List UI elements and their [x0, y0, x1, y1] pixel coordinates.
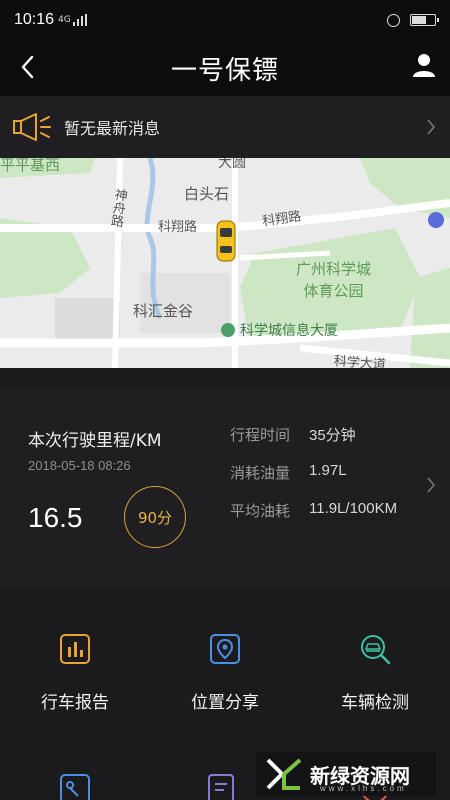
- feature-label: 位置分享: [191, 693, 259, 713]
- trip-distance: 16.5: [28, 502, 83, 533]
- stat-value-fuel: 1.97L: [309, 462, 347, 479]
- car-location-marker[interactable]: [216, 220, 236, 262]
- feature-location-share[interactable]: 位置分享: [150, 632, 300, 713]
- stat-label-fuel: 消耗油量: [230, 464, 291, 482]
- map-label: 科翔路: [158, 220, 198, 235]
- report-chart-icon: [60, 634, 90, 664]
- edit-document-icon[interactable]: [206, 772, 240, 800]
- notice-message: 暂无最新消息: [64, 119, 161, 138]
- trip-date: 2018-05-18 08:26: [28, 458, 131, 473]
- watermark-url: www.xlhs.com: [320, 784, 407, 793]
- signal-icon: [72, 14, 87, 26]
- feature-vehicle-check[interactable]: 车辆检测: [300, 632, 450, 713]
- page-title: 一号保镖: [170, 55, 279, 86]
- map-label: 白头石: [184, 185, 230, 203]
- watermark-logo-icon: [266, 758, 302, 790]
- stat-value-avg-fuel: 11.9L/100KM: [309, 500, 398, 517]
- location-pin-icon: [210, 634, 240, 664]
- trip-title: 本次行驶里程/KM: [28, 431, 162, 451]
- user-profile-icon[interactable]: [412, 52, 436, 78]
- map-label: 广州科学城 体育公园: [296, 260, 372, 300]
- map-label: 平平基西: [0, 158, 61, 174]
- back-arrow-icon[interactable]: [14, 52, 44, 82]
- map-label: 科学大道: [333, 354, 387, 368]
- rotation-lock-icon: [387, 13, 400, 27]
- status-bar: 10:16 4G: [0, 0, 450, 40]
- watermark: 新绿资源网 www.xlhs.com: [256, 752, 436, 796]
- feature-driving-report[interactable]: 行车报告: [0, 632, 150, 713]
- battery-icon: [410, 14, 439, 26]
- network-indicator: 4G: [58, 15, 71, 25]
- notification-bar[interactable]: 暂无最新消息: [0, 96, 450, 158]
- chevron-right-icon: [427, 119, 436, 135]
- stat-label-duration: 行程时间: [230, 426, 291, 444]
- map-label: 科学城信息大厦: [240, 323, 338, 339]
- stat-value-duration: 35分钟: [309, 427, 356, 444]
- chevron-right-icon: [427, 477, 436, 493]
- stat-label-avg-fuel: 平均油耗: [230, 502, 291, 520]
- route-icon[interactable]: [58, 772, 92, 800]
- megaphone-icon: [13, 113, 51, 141]
- trip-summary-card[interactable]: 本次行驶里程/KM 2018-05-18 08:26 16.5 90分 行程时间…: [0, 390, 450, 590]
- app-header: 一号保镖: [0, 40, 450, 96]
- feature-label: 行车报告: [41, 693, 109, 713]
- car-inspect-icon: [361, 635, 391, 665]
- map-label: 科汇金谷: [133, 302, 194, 320]
- driving-score-badge: 90分: [124, 486, 186, 548]
- status-time: 10:16: [14, 11, 55, 28]
- map-view[interactable]: 平平基西 大圆 白头石 神舟路 科翔路 科翔路 广州科学城 体育公园 科汇金谷 …: [0, 158, 450, 368]
- map-label: 大圆: [218, 158, 246, 171]
- feature-label: 车辆检测: [341, 693, 409, 713]
